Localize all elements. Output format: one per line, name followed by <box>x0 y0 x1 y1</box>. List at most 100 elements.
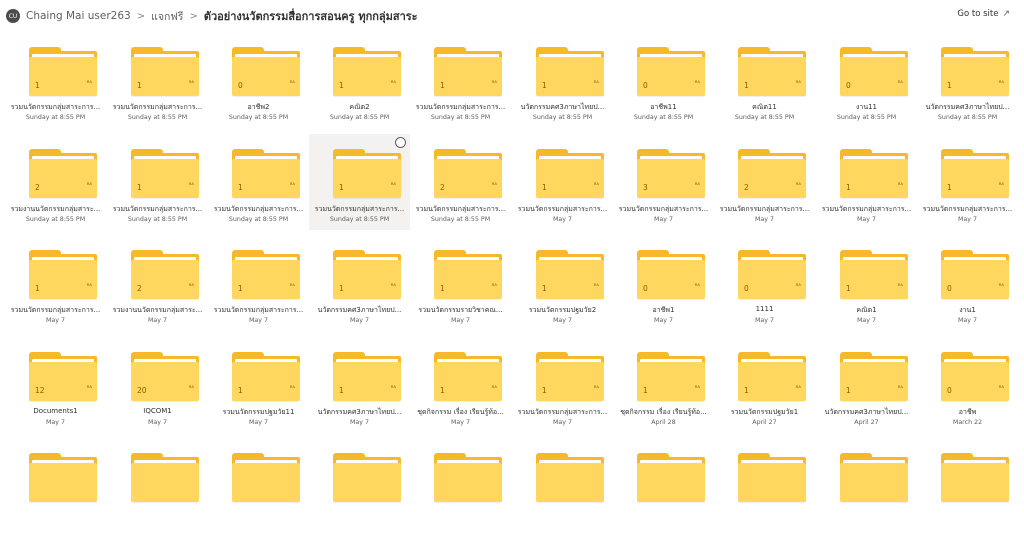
folder-tile[interactable]: 0 ᴿᴬ 1111 May 7 <box>714 235 815 331</box>
folder-tile[interactable]: 0 ᴿᴬ อาชีพ March 22 <box>917 337 1018 433</box>
folder-tile[interactable] <box>5 438 106 534</box>
folder-name[interactable]: รวมนวัตกรรมกลุ่มสาระการ... <box>816 204 917 215</box>
folder-name[interactable]: รวมนวัตกรรมกลุ่มสาระการ... <box>309 204 410 215</box>
folder-tile[interactable]: 1 ᴿᴬ คณิต1 May 7 <box>816 235 917 331</box>
folder-tile[interactable]: 1 ᴿᴬ รวมนวัตกรรมกลุ่มสาระการ... May 7 <box>512 134 613 230</box>
folder-tile[interactable]: 1 ᴿᴬ รวมนวัตกรรมกลุ่มสาระการ... May 7 <box>816 134 917 230</box>
folder-tile[interactable]: 1 ᴿᴬ รวมนวัตกรรมปฐมวัย2 May 7 <box>512 235 613 331</box>
folder-tile[interactable] <box>208 438 309 534</box>
folder-tile[interactable] <box>410 438 511 534</box>
folder-name[interactable]: 1111 <box>714 305 815 313</box>
folder-name[interactable]: อาชีพ2 <box>208 102 309 113</box>
folder-tile[interactable]: 0 ᴿᴬ อาชีพ1 May 7 <box>613 235 714 331</box>
folder-tile[interactable]: 2 ᴿᴬ รวมนวัตกรรมกลุ่มสาระการ... Sunday at 8… <box>410 134 511 230</box>
go-to-site-link[interactable]: Go to site ↗ <box>957 9 1010 19</box>
folder-tile[interactable]: 1 ᴿᴬ คณิต2 Sunday at 8:55 PM <box>309 32 410 128</box>
folder-tile[interactable]: 1 ᴿᴬ รวมนวัตกรรมกลุ่มสาระการ... May 7 <box>5 235 106 331</box>
folder-name[interactable]: ชุดกิจกรรม เรื่อง เรียนรู้ท้อ... <box>410 407 511 418</box>
folder-name[interactable]: รวมนวัตกรรมกลุ่มสาระการ... <box>917 204 1018 215</box>
folder-tile[interactable]: 1 ᴿᴬ รวมนวัตกรรมปฐมวัย1 April 27 <box>714 337 815 433</box>
folder-name[interactable]: ชุดกิจกรรม เรื่อง เรียนรู้ท้อ... <box>613 407 714 418</box>
breadcrumb-site[interactable]: Chaing Mai user263 <box>26 10 131 22</box>
site-avatar[interactable]: CU <box>6 9 20 23</box>
folder-name[interactable]: นวัตกรรมคศ3ภาษาไทยป... <box>917 102 1018 113</box>
folder-tile[interactable]: 1 ᴿᴬ นวัตกรรมคศ3ภาษาไทยป... May 7 <box>309 235 410 331</box>
folder-tile[interactable]: 0 ᴿᴬ อาชีพ11 Sunday at 8:55 PM <box>613 32 714 128</box>
folder-tile[interactable]: 1 ᴿᴬ รวมนวัตกรรมกลุ่มสาระการ... May 7 <box>208 235 309 331</box>
folder-name[interactable]: รวมนวัตกรรมกลุ่มสาระการ... <box>5 102 106 113</box>
folder-tile[interactable]: 1 ᴿᴬ ชุดกิจกรรม เรื่อง เรียนรู้ท้อ... May 7 <box>410 337 511 433</box>
folder-name[interactable]: อาชีพ <box>917 407 1018 418</box>
folder-tile[interactable]: 1 ᴿᴬ รวมนวัตกรรมรายวิชาคณ... May 7 <box>410 235 511 331</box>
folder-name[interactable]: Documents1 <box>5 407 106 415</box>
shared-people-icon: ᴿᴬ <box>289 80 295 87</box>
folder-name[interactable]: งาน1 <box>917 305 1018 316</box>
folder-name[interactable]: รวมนวัตกรรมกลุ่มสาระการ... <box>107 102 208 113</box>
folder-tile[interactable]: 0 ᴿᴬ งาน1 May 7 <box>917 235 1018 331</box>
folder-name[interactable]: รวมนวัตกรรมปฐมวัย11 <box>208 407 309 418</box>
folder-tile[interactable] <box>107 438 208 534</box>
folder-name[interactable]: คณิต11 <box>714 102 815 113</box>
folder-tile[interactable]: 0 ᴿᴬ อาชีพ2 Sunday at 8:55 PM <box>208 32 309 128</box>
folder-name[interactable]: รวมนวัตกรรมกลุ่มสาระการ... <box>512 407 613 418</box>
folder-name[interactable]: รวมนวัตกรรมปฐมวัย2 <box>512 305 613 316</box>
folder-name[interactable]: รวมนวัตกรรมรายวิชาคณ... <box>410 305 511 316</box>
folder-name[interactable]: นวัตกรรมคศ3ภาษาไทยป... <box>309 407 410 418</box>
folder-tile[interactable] <box>512 438 613 534</box>
folder-name[interactable]: รวมนวัตกรรมกลุ่มสาระการ... <box>512 204 613 215</box>
item-count: 1 <box>35 284 40 293</box>
folder-tile[interactable] <box>816 438 917 534</box>
folder-tile[interactable]: 2 ᴿᴬ รวมนวัตกรรมกลุ่มสาระการ... May 7 <box>714 134 815 230</box>
folder-name[interactable]: นวัตกรรมคศ3ภาษาไทยป... <box>309 305 410 316</box>
folder-name[interactable]: รวมนวัตกรรมกลุ่มสาระการ... <box>208 204 309 215</box>
folder-tile[interactable]: 1 ᴿᴬ รวมนวัตกรรมกลุ่มสาระการ... Sunday at 8… <box>309 134 410 230</box>
folder-name[interactable]: นวัตกรรมคศ3ภาษาไทยป... <box>816 407 917 418</box>
folder-name[interactable]: รวมนวัตกรรมกลุ่มสาระการ... <box>410 204 511 215</box>
folder-tile[interactable]: 1 ᴿᴬ รวมนวัตกรรมปฐมวัย11 May 7 <box>208 337 309 433</box>
folder-tile[interactable]: 1 ᴿᴬ รวมนวัตกรรมกลุ่มสาระการ... Sunday at 8… <box>410 32 511 128</box>
folder-tile[interactable]: 1 ᴿᴬ นวัตกรรมคศ3ภาษาไทยป... Sunday at 8:55 … <box>917 32 1018 128</box>
folder-tile[interactable]: 1 ᴿᴬ คณิต11 Sunday at 8:55 PM <box>714 32 815 128</box>
folder-name[interactable]: รวมนวัตกรรมกลุ่มสาระการ... <box>208 305 309 316</box>
folder-tile[interactable]: 1 ᴿᴬ ชุดกิจกรรม เรื่อง เรียนรู้ท้อ... April… <box>613 337 714 433</box>
folder-name[interactable]: รวมงานนวัตกรรมกลุ่มสาระ... <box>107 305 208 316</box>
folder-name[interactable]: อาชีพ1 <box>613 305 714 316</box>
folder-tile[interactable]: 0 ᴿᴬ งาน11 Sunday at 8:55 PM <box>816 32 917 128</box>
folder-name[interactable]: คณิต1 <box>816 305 917 316</box>
folder-modified-date: March 22 <box>952 419 983 426</box>
folder-tile[interactable]: 1 ᴿᴬ รวมนวัตกรรมกลุ่มสาระการ... Sunday at 8… <box>107 32 208 128</box>
folder-tile[interactable]: 1 ᴿᴬ รวมนวัตกรรมกลุ่มสาระการ... Sunday at 8… <box>5 32 106 128</box>
folder-tile[interactable] <box>309 438 410 534</box>
item-count: 1 <box>339 284 344 293</box>
shared-people-icon: ᴿᴬ <box>694 80 700 87</box>
folder-tile[interactable]: 1 ᴿᴬ รวมนวัตกรรมกลุ่มสาระการ... May 7 <box>512 337 613 433</box>
folder-tile[interactable]: 20 ᴿᴬ IQCOM1 May 7 <box>107 337 208 433</box>
folder-name[interactable]: รวมงานนวัตกรรมกลุ่มสาระ... <box>5 204 106 215</box>
folder-name[interactable]: รวมนวัตกรรมปฐมวัย1 <box>714 407 815 418</box>
folder-name[interactable]: IQCOM1 <box>107 407 208 415</box>
folder-name[interactable]: อาชีพ11 <box>613 102 714 113</box>
folder-tile[interactable]: 1 ᴿᴬ รวมนวัตกรรมกลุ่มสาระการ... Sunday at 8… <box>208 134 309 230</box>
folder-name[interactable]: งาน11 <box>816 102 917 113</box>
folder-tile[interactable]: 1 ᴿᴬ นวัตกรรมคศ3ภาษาไทยป... Sunday at 8:55 … <box>512 32 613 128</box>
folder-name[interactable]: รวมนวัตกรรมกลุ่มสาระการ... <box>5 305 106 316</box>
folder-name[interactable]: รวมนวัตกรรมกลุ่มสาระการ... <box>410 102 511 113</box>
folder-name[interactable]: รวมนวัตกรรมกลุ่มสาระการ... <box>714 204 815 215</box>
folder-tile[interactable]: 12 ᴿᴬ Documents1 May 7 <box>5 337 106 433</box>
folder-name[interactable]: นวัตกรรมคศ3ภาษาไทยป... <box>512 102 613 113</box>
folder-tile[interactable] <box>613 438 714 534</box>
folder-tile[interactable]: 2 ᴿᴬ รวมงานนวัตกรรมกลุ่มสาระ... May 7 <box>107 235 208 331</box>
folder-name[interactable]: รวมนวัตกรรมกลุ่มสาระการ... <box>613 204 714 215</box>
folder-tile[interactable]: 1 ᴿᴬ รวมนวัตกรรมกลุ่มสาระการ... Sunday at 8… <box>107 134 208 230</box>
folder-name[interactable]: รวมนวัตกรรมกลุ่มสาระการ... <box>107 204 208 215</box>
folder-tile[interactable] <box>714 438 815 534</box>
folder-tile[interactable] <box>917 438 1018 534</box>
folder-tile[interactable]: 1 ᴿᴬ นวัตกรรมคศ3ภาษาไทยป... May 7 <box>309 337 410 433</box>
folder-tile[interactable]: 3 ᴿᴬ รวมนวัตกรรมกลุ่มสาระการ... May 7 <box>613 134 714 230</box>
folder-tile[interactable]: 2 ᴿᴬ รวมงานนวัตกรรมกลุ่มสาระ... Sunday at 8… <box>5 134 106 230</box>
folder-tile[interactable]: 1 ᴿᴬ รวมนวัตกรรมกลุ่มสาระการ... May 7 <box>917 134 1018 230</box>
breadcrumb-library[interactable]: แจกฟรี <box>151 8 183 25</box>
folder-tile[interactable]: 1 ᴿᴬ นวัตกรรมคศ3ภาษาไทยป... April 27 <box>816 337 917 433</box>
item-count: 1 <box>238 183 243 192</box>
folder-name[interactable]: คณิต2 <box>309 102 410 113</box>
